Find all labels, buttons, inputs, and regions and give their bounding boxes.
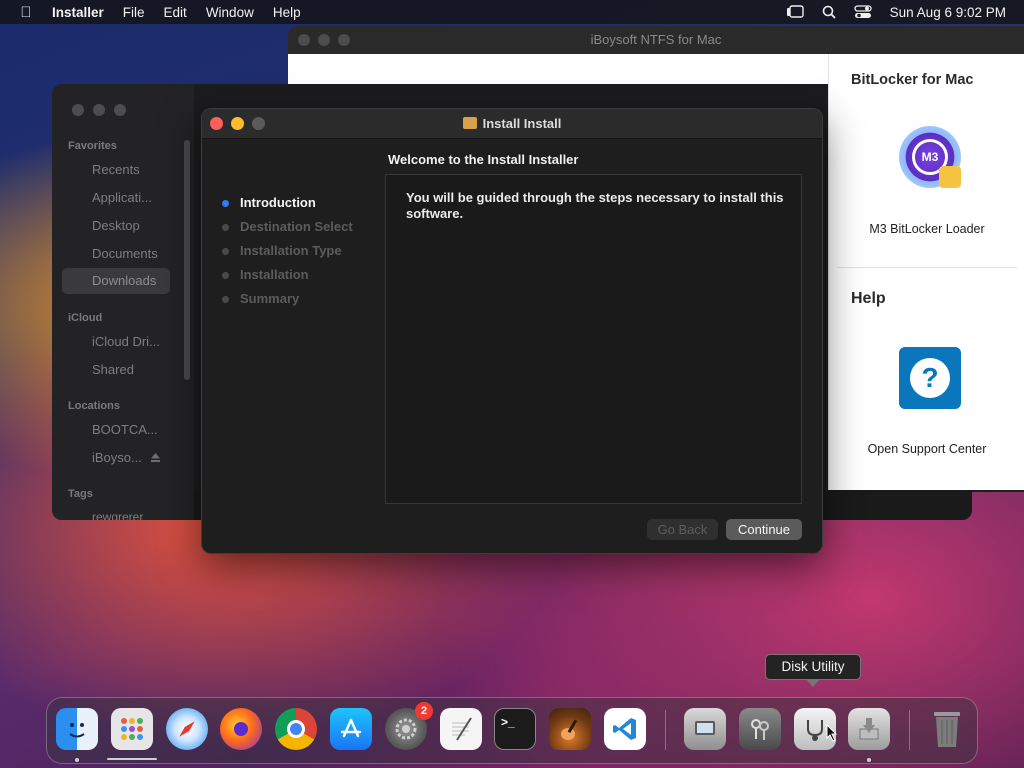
sidebar-item-desktop[interactable]: Desktop bbox=[92, 218, 140, 233]
sidebar-item-shared[interactable]: Shared bbox=[92, 362, 134, 377]
installer-icon[interactable] bbox=[848, 708, 890, 750]
sidebar-head-icloud: iCloud bbox=[68, 312, 103, 324]
sidebar-item-bootcamp[interactable]: BOOTCA... bbox=[92, 422, 158, 437]
open-support-center-link[interactable]: Open Support Center bbox=[829, 442, 1024, 456]
bitlocker-section-title: BitLocker for Mac bbox=[851, 72, 974, 88]
ntfs-window-title: iBoysoft NTFS for Mac bbox=[590, 32, 722, 47]
installer-titlebar: Install Install bbox=[202, 109, 822, 139]
mouse-cursor-icon bbox=[826, 724, 838, 742]
migration-assistant-icon[interactable] bbox=[684, 708, 726, 750]
step-dot-icon bbox=[222, 200, 229, 207]
finder-window-controls bbox=[72, 104, 126, 116]
step-dot-icon bbox=[222, 272, 229, 279]
sidebar-item-tag[interactable]: rewqrerer bbox=[92, 510, 143, 520]
trash-icon[interactable] bbox=[926, 708, 968, 750]
launchpad-running-indicator bbox=[107, 758, 157, 760]
notification-badge: 2 bbox=[415, 702, 433, 720]
launchpad-icon[interactable] bbox=[111, 708, 153, 750]
step-dot-icon bbox=[222, 224, 229, 231]
installer-steps: Introduction Destination Select Installa… bbox=[222, 195, 353, 315]
installer-content-pane: You will be guided through the steps nec… bbox=[385, 174, 802, 504]
finder-close-button[interactable] bbox=[72, 104, 84, 116]
m3-bitlocker-loader-link[interactable]: M3 BitLocker Loader bbox=[829, 222, 1024, 236]
package-icon bbox=[462, 117, 477, 129]
ntfs-side-panel: BitLocker for Mac M3 M3 BitLocker Loader… bbox=[828, 54, 1024, 490]
terminal-icon[interactable]: >_ bbox=[494, 708, 536, 750]
vscode-icon[interactable] bbox=[604, 708, 646, 750]
help-section-title: Help bbox=[851, 290, 886, 307]
step-installation: Installation bbox=[222, 267, 353, 291]
safari-icon[interactable] bbox=[166, 708, 208, 750]
firefox-icon[interactable] bbox=[220, 708, 262, 750]
menu-bar:  Installer File Edit Window Help Sun Au… bbox=[0, 0, 1024, 24]
sidebar-item-applications[interactable]: Applicati... bbox=[92, 190, 152, 205]
chrome-icon[interactable] bbox=[275, 708, 317, 750]
spotlight-search-icon[interactable] bbox=[822, 5, 836, 19]
sidebar-head-tags: Tags bbox=[68, 488, 93, 500]
garageband-icon[interactable] bbox=[549, 708, 591, 750]
sidebar-head-locations: Locations bbox=[68, 400, 120, 412]
step-destination-select: Destination Select bbox=[222, 219, 353, 243]
installer-window: Install Install Welcome to the Install I… bbox=[201, 108, 823, 554]
sidebar-head-favorites: Favorites bbox=[68, 140, 117, 152]
menu-bar-clock[interactable]: Sun Aug 6 9:02 PM bbox=[890, 5, 1006, 20]
menu-bar-status: Sun Aug 6 9:02 PM bbox=[786, 0, 1006, 24]
menu-app-installer[interactable]: Installer bbox=[52, 5, 104, 20]
menu-edit[interactable]: Edit bbox=[164, 5, 187, 20]
dock: 2 >_ bbox=[46, 697, 978, 764]
step-dot-icon bbox=[222, 296, 229, 303]
finder-sidebar: Favorites Recents Applicati... Desktop D… bbox=[52, 84, 194, 520]
step-installation-type: Installation Type bbox=[222, 243, 353, 267]
installer-running-indicator bbox=[867, 758, 871, 762]
textedit-icon[interactable] bbox=[440, 708, 482, 750]
dock-separator-trash bbox=[909, 710, 910, 750]
step-introduction: Introduction bbox=[222, 195, 353, 219]
sidebar-scrollbar[interactable] bbox=[184, 140, 190, 380]
system-settings-icon[interactable]: 2 bbox=[385, 702, 433, 750]
lock-icon bbox=[939, 166, 961, 188]
app-store-icon[interactable] bbox=[330, 708, 372, 750]
finder-zoom-button[interactable] bbox=[114, 104, 126, 116]
menu-help[interactable]: Help bbox=[273, 5, 301, 20]
menu-window[interactable]: Window bbox=[206, 5, 254, 20]
finder-minimize-button[interactable] bbox=[93, 104, 105, 116]
installer-heading: Welcome to the Install Installer bbox=[388, 152, 579, 167]
keychain-access-icon[interactable] bbox=[739, 708, 781, 750]
sidebar-item-documents[interactable]: Documents bbox=[92, 246, 158, 261]
dock-separator bbox=[665, 710, 666, 750]
ntfs-titlebar: iBoysoft NTFS for Mac bbox=[288, 26, 1024, 54]
dock-tooltip-arrow bbox=[806, 679, 820, 687]
continue-button[interactable]: Continue bbox=[726, 519, 802, 540]
sidebar-item-downloads[interactable]: Downloads bbox=[62, 268, 170, 294]
sidebar-item-recents[interactable]: Recents bbox=[92, 162, 140, 177]
eject-icon[interactable] bbox=[150, 452, 161, 463]
help-question-icon[interactable]: ? bbox=[899, 347, 961, 409]
go-back-button[interactable]: Go Back bbox=[647, 519, 718, 540]
step-dot-icon bbox=[222, 248, 229, 255]
finder-running-indicator bbox=[75, 758, 79, 762]
sidebar-item-iboysoft[interactable]: iBoyso... bbox=[92, 450, 142, 465]
finder-icon[interactable] bbox=[56, 708, 98, 750]
stage-manager-icon[interactable] bbox=[786, 5, 804, 19]
step-summary: Summary bbox=[222, 291, 353, 315]
apple-menu-icon[interactable]:  bbox=[0, 4, 52, 21]
dock-tooltip: Disk Utility bbox=[765, 654, 861, 680]
panel-divider bbox=[837, 267, 1017, 268]
installer-body-text: You will be guided through the steps nec… bbox=[406, 190, 784, 221]
menu-file[interactable]: File bbox=[123, 5, 145, 20]
control-center-icon[interactable] bbox=[854, 5, 872, 19]
sidebar-item-icloud-drive[interactable]: iCloud Dri... bbox=[92, 334, 160, 349]
installer-title: Install Install bbox=[202, 116, 822, 131]
